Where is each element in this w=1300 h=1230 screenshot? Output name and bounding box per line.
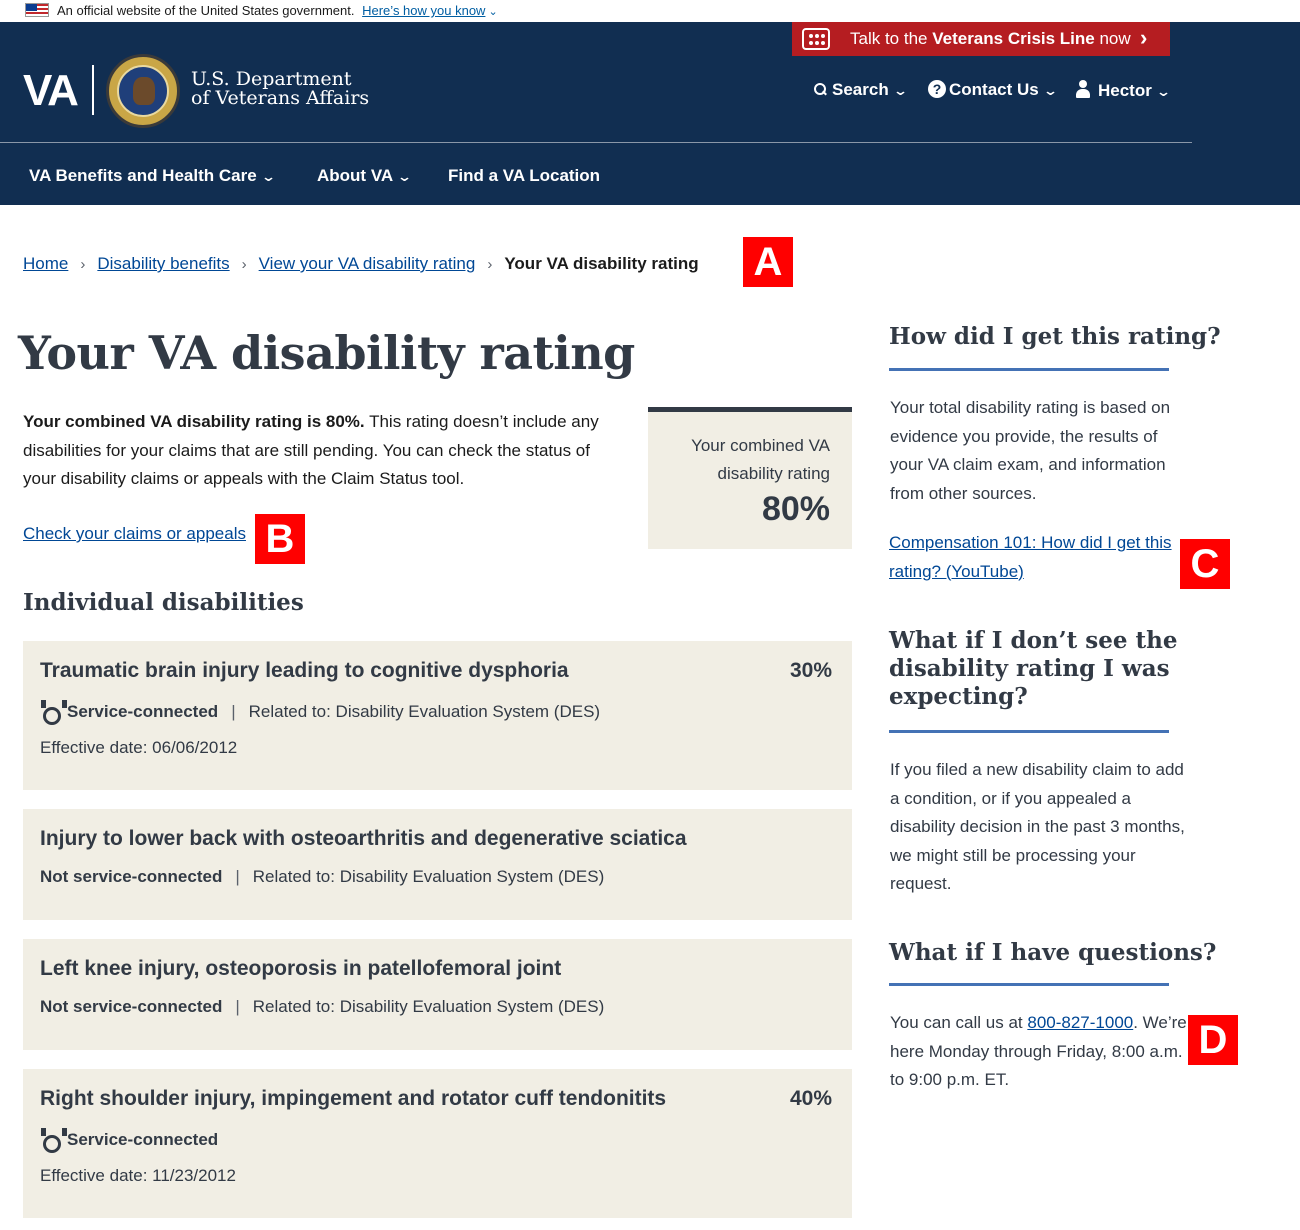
disability-related: Related to: Disability Evaluation System…: [252, 997, 605, 1016]
meta-divider: |: [235, 867, 240, 886]
disability-name: Left knee injury, osteoporosis in patell…: [40, 957, 562, 980]
nav-about-label: About VA: [317, 166, 394, 185]
disability-status: Not service-connected: [40, 867, 223, 886]
header-divider: [0, 142, 1192, 143]
sidebar-how-heading: How did I get this rating?: [889, 323, 1221, 350]
sidebar-questions-heading: What if I have questions?: [889, 939, 1217, 966]
dept-line-2: of Veterans Affairs: [191, 87, 370, 109]
sidebar-questions-text: You can call us at 800-827-1000. We’re h…: [890, 1009, 1190, 1095]
logo-divider: [92, 65, 94, 115]
gov-banner: An official website of the United States…: [0, 0, 1300, 22]
gov-banner-text: An official website of the United States…: [57, 3, 355, 18]
search-menu-button[interactable]: Search ⌄: [814, 80, 908, 100]
user-icon: [1076, 80, 1090, 98]
chat-icon: [802, 28, 830, 50]
user-name: Hector: [1098, 81, 1152, 100]
search-icon: [814, 83, 826, 95]
breadcrumb-current: Your VA disability rating: [504, 254, 699, 273]
disability-percent: 30%: [789, 659, 832, 682]
disability-percent: 40%: [789, 1087, 832, 1110]
breadcrumb-separator: ›: [487, 256, 493, 273]
contact-us-menu-button[interactable]: ? Contact Us ⌄: [928, 80, 1058, 100]
disability-card: Right shoulder injury, impingement and r…: [23, 1069, 852, 1218]
chevron-down-icon: ⌄: [488, 6, 498, 18]
contact-label: Contact Us: [949, 80, 1039, 99]
breadcrumb: Home › Disability benefits › View your VA di…: [23, 254, 699, 274]
marker-a: A: [743, 237, 793, 287]
check-claims-link[interactable]: Check your claims or appeals: [23, 524, 246, 544]
combined-rating-value: 80%: [761, 490, 830, 528]
page-title: Your VA disability rating: [18, 326, 635, 380]
sidebar-rule: [889, 368, 1169, 371]
user-menu-button[interactable]: Hector ⌄: [1076, 80, 1171, 101]
effective-date: Effective date: 11/23/2012: [40, 1166, 236, 1185]
breadcrumb-home[interactable]: Home: [23, 254, 68, 273]
intro-text: Your combined VA disability rating is 80…: [23, 408, 623, 494]
meta-divider: |: [231, 702, 236, 721]
sidebar-how-text: Your total disability rating is based on…: [890, 398, 1171, 503]
heres-how-you-know-link[interactable]: Here’s how you know: [362, 3, 485, 18]
chevron-down-icon: ⌄: [396, 169, 413, 184]
breadcrumb-disability-benefits[interactable]: Disability benefits: [97, 254, 229, 273]
marker-d: D: [1188, 1015, 1238, 1065]
search-label: Search: [832, 80, 889, 99]
us-flag-icon: [25, 3, 49, 17]
crisis-strong: Veterans Crisis Line: [932, 29, 1095, 48]
disability-status: Not service-connected: [40, 997, 223, 1016]
combined-rating-label: Your combined VA disability rating: [691, 436, 830, 483]
medal-icon: [40, 1128, 67, 1153]
disability-card: Traumatic brain injury leading to cognit…: [23, 641, 852, 790]
breadcrumb-separator: ›: [80, 256, 86, 273]
disability-card: Left knee injury, osteoporosis in patell…: [23, 939, 852, 1050]
disability-related: Related to: Disability Evaluation System…: [248, 702, 601, 721]
marker-c: C: [1180, 539, 1230, 589]
disability-name: Traumatic brain injury leading to cognit…: [40, 659, 569, 682]
combined-rating-box: Your combined VA disability rating 80%: [648, 407, 852, 549]
crisis-prefix: Talk to the: [850, 29, 933, 48]
department-name: U.S. Department of Veterans Affairs: [191, 70, 369, 108]
disability-name: Right shoulder injury, impingement and r…: [40, 1087, 667, 1110]
breadcrumb-separator: ›: [241, 256, 247, 273]
disability-card: Injury to lower back with osteoarthritis…: [23, 809, 852, 920]
phone-link[interactable]: 800-827-1000: [1027, 1013, 1133, 1032]
nav-find-location[interactable]: Find a VA Location: [448, 166, 600, 186]
effective-date: Effective date: 06/06/2012: [40, 738, 238, 757]
crisis-suffix: now: [1094, 29, 1131, 48]
va-logo[interactable]: VA: [23, 66, 79, 116]
disability-status: Service-connected: [67, 702, 219, 721]
disability-related: Related to: Disability Evaluation System…: [252, 867, 605, 886]
nav-about[interactable]: About VA ⌄: [317, 166, 413, 186]
sidebar-rule: [889, 730, 1169, 733]
meta-divider: |: [235, 997, 240, 1016]
nav-location-label: Find a VA Location: [448, 166, 601, 185]
site-header: Talk to the Veterans Crisis Line now › V…: [0, 22, 1300, 205]
chevron-right-icon: ›: [1140, 25, 1148, 50]
medal-icon: [40, 700, 67, 725]
veterans-crisis-line-button[interactable]: Talk to the Veterans Crisis Line now ›: [792, 22, 1170, 56]
question-circle-icon: ?: [928, 80, 946, 98]
individual-disabilities-heading: Individual disabilities: [23, 589, 304, 616]
sidebar-rule: [889, 983, 1169, 986]
chevron-down-icon: ⌄: [892, 83, 908, 98]
questions-pre: You can call us at: [890, 1013, 1028, 1032]
breadcrumb-view-rating[interactable]: View your VA disability rating: [259, 254, 476, 273]
nav-benefits-label: VA Benefits and Health Care: [29, 166, 257, 185]
chevron-down-icon: ⌄: [1155, 84, 1171, 99]
marker-b: B: [255, 514, 305, 564]
va-seal-icon: [106, 54, 180, 128]
compensation-101-link[interactable]: Compensation 101: How did I get this rat…: [889, 533, 1172, 581]
sidebar-missing-text: If you filed a new disability claim to a…: [890, 760, 1185, 893]
sidebar-missing-heading: What if I don’t see the disability ratin…: [889, 627, 1178, 710]
chevron-down-icon: ⌄: [260, 169, 276, 184]
intro-bold: Your combined VA disability rating is 80…: [23, 412, 365, 431]
chevron-down-icon: ⌄: [1042, 83, 1058, 98]
nav-benefits[interactable]: VA Benefits and Health Care ⌄: [29, 166, 276, 186]
disability-name: Injury to lower back with osteoarthritis…: [40, 827, 687, 850]
disability-status: Service-connected: [67, 1130, 219, 1149]
